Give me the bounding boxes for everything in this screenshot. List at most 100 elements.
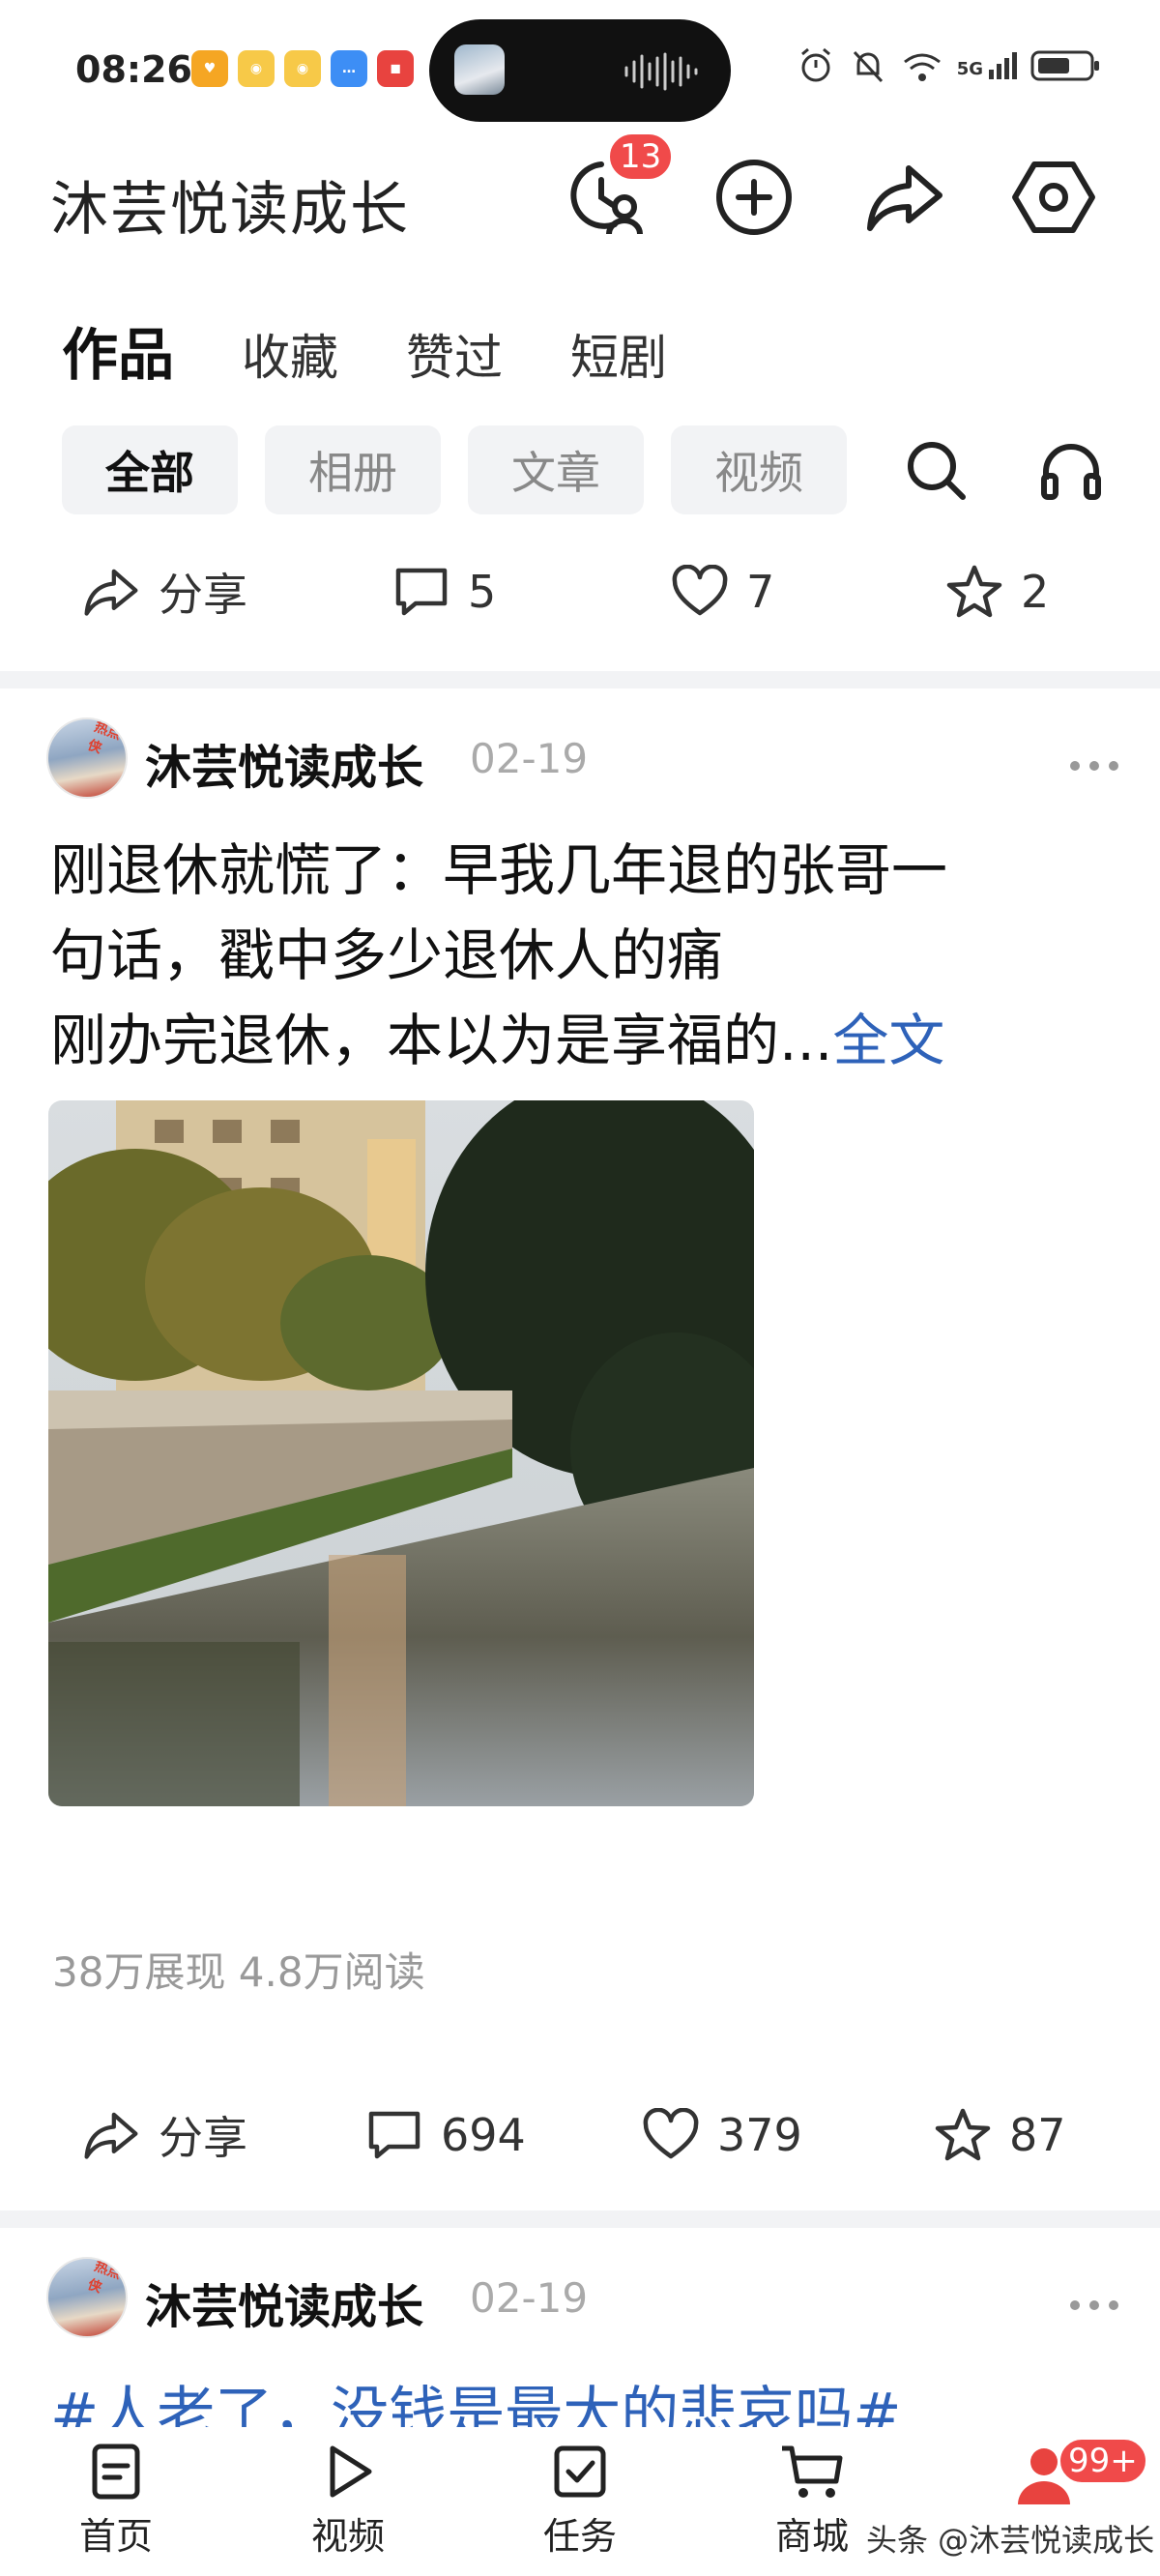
tab-short-drama[interactable]: 短剧 [570,319,667,389]
author-name[interactable]: 沐芸悦读成长 [145,729,423,797]
plus-circle-icon [716,160,792,235]
media-thumbnail [454,44,505,95]
history-count-badge: 13 [607,132,675,182]
author-name[interactable]: 沐芸悦读成长 [145,2269,423,2336]
filter-chips: 全部 相册 文章 视频 [62,425,847,514]
content-tabs: 作品 收藏 赞过 短剧 [62,309,667,391]
post-text[interactable]: 刚退休就慌了：早我几年退的张哥一 句话，戳中多少退休人的痛 刚办完退休，本以为是… [50,828,1114,1083]
network-label: 5G [956,59,983,79]
star-icon [935,2108,991,2161]
full-text-link[interactable]: 全文 [832,1008,944,1073]
shopping-cart-icon [782,2445,843,2498]
comment-action[interactable]: 5 [392,543,496,640]
comment-count: 5 [468,566,497,618]
post-title-line-1: 刚退休就慌了：早我几年退的张哥一 [50,837,948,903]
tab-favorites[interactable]: 收藏 [242,319,338,389]
like-action[interactable]: 379 [642,2087,802,2183]
dynamic-island[interactable] [429,19,731,122]
nav-mall-label: 商城 [774,2515,849,2558]
share-label: 分享 [159,2112,247,2164]
avatar-tag: 热点侠 [85,2258,124,2297]
heart-icon [643,2108,699,2159]
share-icon [84,569,138,616]
favorite-action[interactable]: 2 [945,543,1049,640]
share-label: 分享 [159,569,247,621]
status-bar: 08:26 ♥ ◉ ◉ … ◼ 5G [0,0,1160,135]
weibo-icon: ◉ [238,50,275,87]
nav-home[interactable]: 首页 [48,2441,184,2560]
tab-liked[interactable]: 赞过 [406,319,503,389]
avatar-tag: 热点侠 [85,718,124,757]
previous-post-actions: 分享 5 7 2 [0,543,1160,640]
status-time: 08:26 [75,48,192,91]
post-date: 02-19 [470,735,589,782]
add-button[interactable] [706,149,802,246]
filter-article[interactable]: 文章 [468,425,644,514]
filter-album[interactable]: 相册 [265,425,441,514]
audio-wave-icon [624,52,698,91]
search-button[interactable] [897,431,974,509]
share-profile-button[interactable] [856,149,953,246]
signal-icon: 5G [957,52,1017,79]
wifi-icon [903,53,941,81]
comment-icon [395,568,448,616]
nav-tasks-label: 任务 [542,2515,617,2558]
favorite-action[interactable]: 87 [934,2087,1066,2183]
search-icon [908,442,966,500]
share-icon [867,165,942,231]
more-dots-icon [1070,2300,1118,2310]
favorite-count: 87 [1009,2109,1066,2161]
post-title-line-2: 句话，戳中多少退休人的痛 [50,922,724,988]
more-dots-icon [1070,761,1118,771]
share-action[interactable]: 分享 [81,543,247,640]
nav-video[interactable]: 视频 [280,2441,416,2560]
favorite-count: 2 [1021,566,1050,618]
message-icon: … [331,50,367,87]
like-count: 7 [746,566,775,618]
battery-icon [1030,50,1099,81]
weibo-icon: ◉ [284,50,321,87]
status-indicators: 5G [797,46,1102,85]
filter-all[interactable]: 全部 [62,425,238,514]
post-header: 热点侠 沐芸悦读成长 02-19 [46,717,1119,805]
settings-button[interactable] [1005,149,1102,246]
more-options-button[interactable] [1069,731,1119,783]
next-post-header: 热点侠 沐芸悦读成长 02-19 [46,2257,1119,2344]
nav-tasks[interactable]: 任务 [512,2441,648,2560]
nav-video-label: 视频 [310,2515,385,2558]
play-icon [330,2445,372,2498]
tab-works[interactable]: 作品 [62,309,174,391]
alarm-icon [800,47,830,82]
notification-app-icons: ♥ ◉ ◉ … ◼ [191,50,414,87]
avatar[interactable]: 热点侠 [46,717,128,799]
filter-video[interactable]: 视频 [671,425,847,514]
profile-header: 沐芸悦读成长 [0,135,1160,251]
watermark: 头条 @沐芸悦读成长 [866,2522,1155,2559]
like-action[interactable]: 7 [671,543,774,640]
comment-action[interactable]: 694 [365,2087,526,2183]
task-check-icon [554,2445,606,2498]
post-hashtag[interactable]: #人老了，没钱是最大的悲哀吗# [50,2367,1133,2427]
canal-photo [48,1100,754,1806]
home-doc-icon [92,2444,140,2500]
nav-mall[interactable]: 商城 [744,2441,880,2560]
comment-count: 694 [441,2109,526,2161]
app-notification-icon: ♥ [191,50,228,87]
comment-icon [368,2111,420,2159]
heart-icon [672,565,728,616]
me-notification-badge: 99+ [1058,2437,1148,2485]
star-icon [946,565,1002,618]
post-image[interactable] [48,1100,754,1806]
listen-button[interactable] [1032,431,1110,509]
post-date: 02-19 [470,2274,589,2322]
avatar[interactable]: 热点侠 [46,2257,128,2338]
share-icon [84,2112,138,2159]
share-action[interactable]: 分享 [81,2087,247,2183]
more-options-button[interactable] [1069,2270,1119,2323]
mute-icon [853,50,883,83]
nav-home-label: 首页 [78,2515,153,2558]
post-excerpt: 刚办完退休，本以为是享福的... [50,1008,833,1073]
post-stats: 38万展现 4.8万阅读 [52,1948,425,1996]
feed-divider [0,2210,1160,2228]
settings-hexagon-icon [1012,161,1095,233]
